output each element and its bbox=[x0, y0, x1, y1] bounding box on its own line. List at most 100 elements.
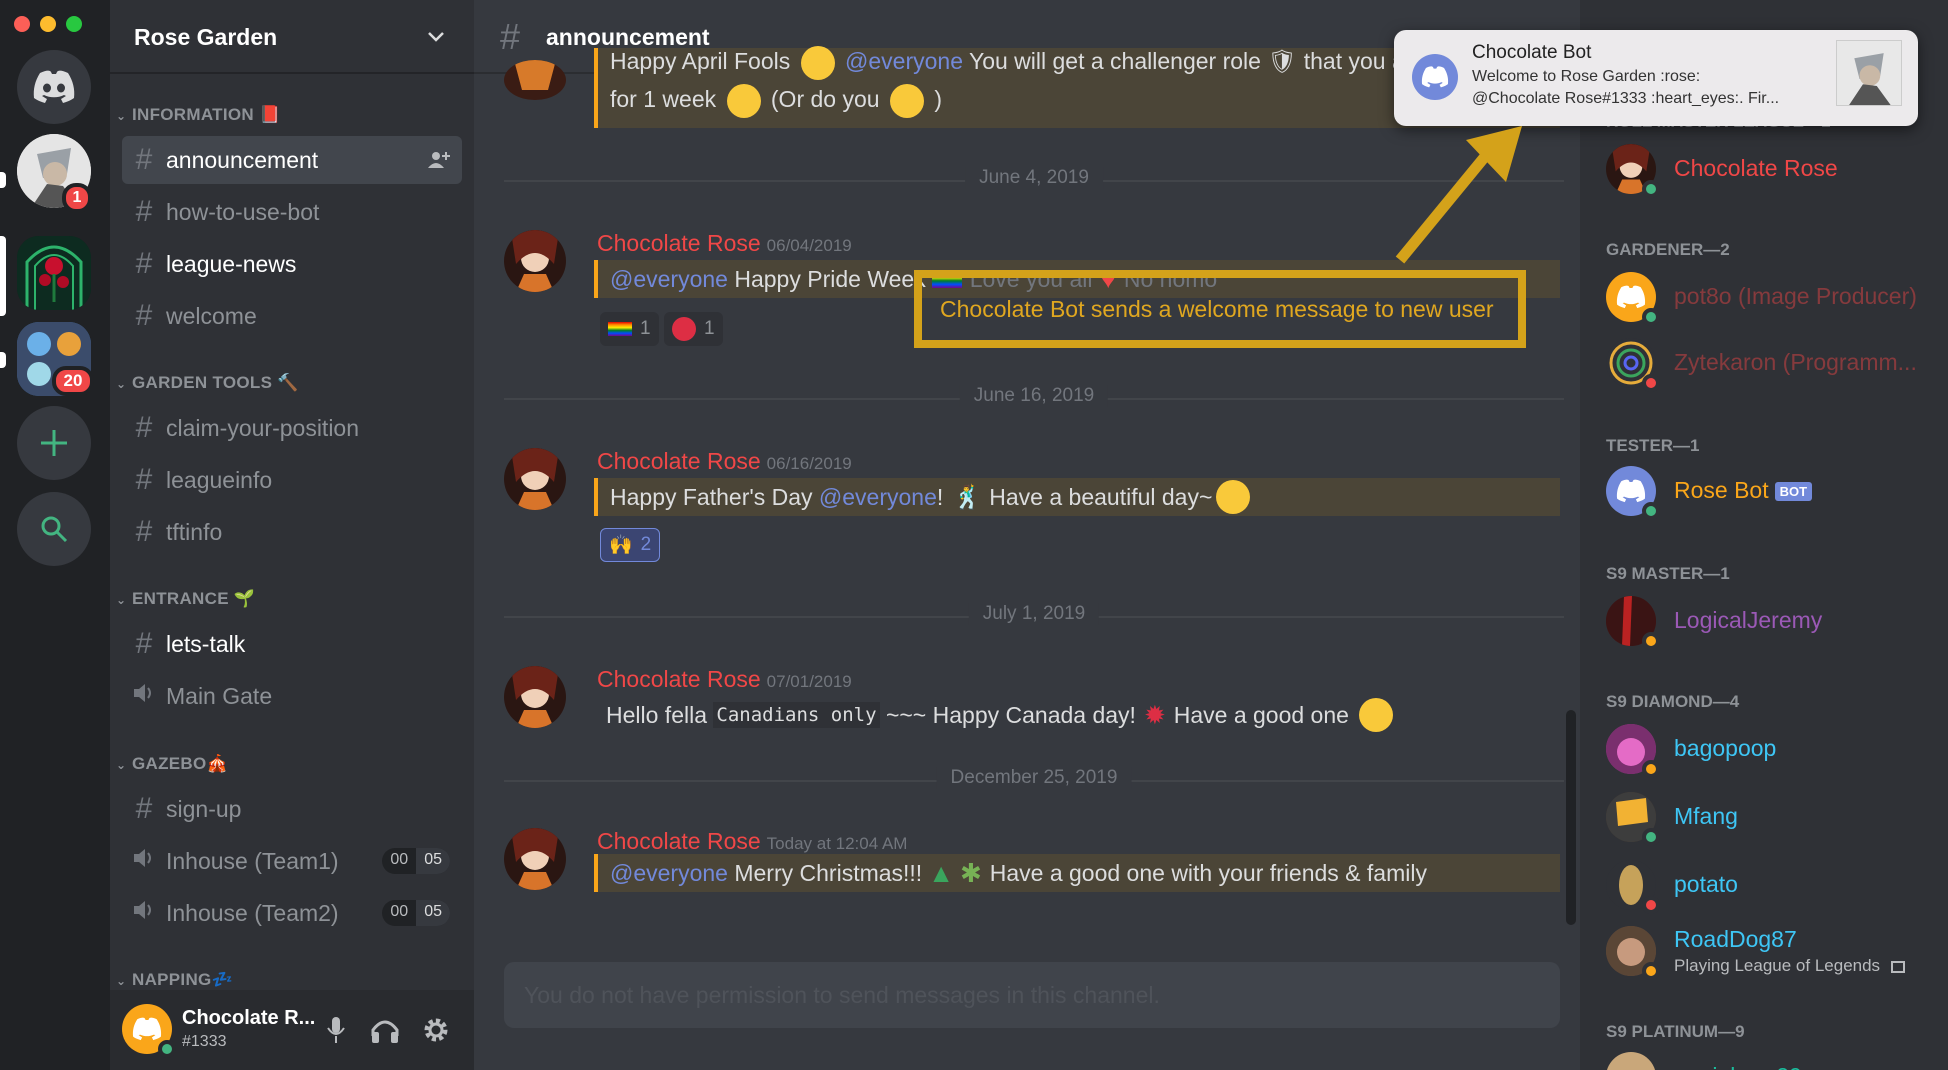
member-pot8o[interactable]: pot8o (Image Producer) bbox=[1606, 272, 1948, 330]
author-name: Chocolate Rose bbox=[597, 828, 761, 854]
invite-user-icon[interactable] bbox=[426, 150, 450, 170]
member-logicaljeremy[interactable]: LogicalJeremy bbox=[1606, 596, 1948, 654]
hash-icon: # bbox=[135, 792, 153, 825]
member-zytekaron[interactable]: Zytekaron (Programm... bbox=[1606, 338, 1948, 396]
member-name: Chocolate Rose bbox=[1674, 155, 1838, 181]
member-bagopoop[interactable]: bagopoop bbox=[1606, 724, 1948, 782]
desktop-notification[interactable]: Chocolate Bot Welcome to Rose Garden :ro… bbox=[1394, 30, 1918, 126]
category-entrance[interactable]: ⌄ ENTRANCE 🌱 bbox=[116, 589, 255, 609]
channel-sign-up[interactable]: # sign-up bbox=[122, 785, 462, 833]
member-potato[interactable]: potato bbox=[1606, 860, 1948, 918]
reaction-raised-hands[interactable]: 🙌 2 bbox=[600, 528, 661, 562]
category-label: NAPPING💤 bbox=[132, 970, 234, 989]
headphones-icon[interactable] bbox=[370, 1016, 400, 1044]
role-header: TESTER—1 bbox=[1606, 436, 1700, 455]
member-anniebear29[interactable]: anniebear29 bbox=[1606, 1052, 1948, 1070]
minimize-window-button[interactable] bbox=[40, 16, 56, 32]
annotation-arrow-icon bbox=[1395, 126, 1522, 264]
message-author[interactable]: Chocolate Rose 06/16/2019 bbox=[597, 448, 852, 475]
message-author[interactable]: Chocolate Rose 06/04/2019 bbox=[597, 230, 852, 257]
channel-announcement[interactable]: # announcement bbox=[122, 136, 462, 184]
home-button[interactable] bbox=[17, 50, 91, 124]
message-author[interactable]: Chocolate Rose 07/01/2019 bbox=[597, 666, 852, 693]
member-name: Mfang bbox=[1674, 803, 1738, 829]
anime-avatar-icon bbox=[504, 666, 566, 728]
status-dnd bbox=[1642, 896, 1660, 914]
channel-league-news[interactable]: # league-news bbox=[122, 240, 462, 288]
message-avatar[interactable] bbox=[504, 230, 566, 292]
member-roaddog87[interactable]: RoadDog87 Playing League of Legends bbox=[1606, 926, 1948, 996]
grin-emoji-icon bbox=[800, 45, 835, 80]
channel-lets-talk[interactable]: # lets-talk bbox=[122, 620, 462, 668]
voice-channel-inhouse-team1[interactable]: Inhouse (Team1) 00 05 bbox=[122, 837, 462, 885]
member-activity: Playing League of Legends bbox=[1674, 956, 1905, 976]
chat-scrollbar[interactable] bbox=[1566, 710, 1576, 925]
anime-avatar-icon bbox=[504, 230, 566, 292]
chevron-down-icon bbox=[428, 32, 444, 42]
anime-avatar-icon bbox=[504, 60, 566, 100]
message-line: for 1 week (Or do you ) bbox=[610, 80, 942, 118]
reaction-count: 2 bbox=[640, 534, 652, 555]
maximize-window-button[interactable] bbox=[66, 16, 82, 32]
status-idle bbox=[1642, 962, 1660, 980]
add-server-button[interactable] bbox=[17, 406, 91, 480]
role-header: S9 MASTER—1 bbox=[1606, 564, 1730, 583]
mention-everyone[interactable]: @everyone bbox=[610, 860, 728, 887]
user-panel: Chocolate R... #1333 bbox=[110, 990, 474, 1070]
discord-logo-icon bbox=[1616, 479, 1646, 503]
hash-icon: # bbox=[500, 16, 521, 57]
message-avatar[interactable] bbox=[504, 666, 566, 728]
category-napping[interactable]: ⌄ NAPPING💤 bbox=[116, 970, 233, 990]
message-avatar[interactable] bbox=[504, 828, 566, 890]
microphone-icon[interactable] bbox=[326, 1016, 346, 1044]
explore-servers-button[interactable] bbox=[17, 492, 91, 566]
status-idle bbox=[1642, 632, 1660, 650]
voice-count-limit: 05 bbox=[416, 848, 450, 874]
reaction-pride[interactable]: 1 bbox=[600, 312, 659, 346]
maple-leaf-emoji-icon: ✹ bbox=[1143, 699, 1166, 730]
channel-leagueinfo[interactable]: # leagueinfo bbox=[122, 456, 462, 504]
server-rose-garden[interactable] bbox=[17, 236, 91, 310]
message-author[interactable]: Chocolate Rose Today at 12:04 AM bbox=[597, 828, 907, 855]
message-avatar[interactable] bbox=[504, 448, 566, 510]
member-mfang[interactable]: Mfang bbox=[1606, 792, 1948, 850]
discord-logo-icon bbox=[1616, 285, 1646, 309]
category-garden-tools[interactable]: ⌄ GARDEN TOOLS 🔨 bbox=[116, 373, 299, 393]
close-window-button[interactable] bbox=[14, 16, 30, 32]
mention-everyone[interactable]: @everyone bbox=[819, 484, 937, 511]
member-rose-bot[interactable]: Rose Bot BOT bbox=[1606, 466, 1948, 524]
channel-label: welcome bbox=[166, 302, 257, 329]
date-divider: June 16, 2019 bbox=[504, 385, 1564, 407]
status-online bbox=[1642, 502, 1660, 520]
message-timestamp: Today at 12:04 AM bbox=[766, 834, 908, 853]
channel-how-to-use-bot[interactable]: # how-to-use-bot bbox=[122, 188, 462, 236]
user-status-online bbox=[158, 1040, 176, 1058]
message-text: Have a good one bbox=[1173, 701, 1349, 728]
smile-emoji-icon bbox=[1358, 698, 1393, 732]
server-header[interactable]: Rose Garden bbox=[110, 0, 474, 74]
channel-welcome[interactable]: # welcome bbox=[122, 292, 462, 340]
voice-channel-inhouse-team2[interactable]: Inhouse (Team2) 00 05 bbox=[122, 889, 462, 937]
reaction-angry[interactable]: 1 bbox=[664, 312, 723, 346]
member-list: ROLL MASTER LEAGUE—1 Chocolate Rose GARD… bbox=[1580, 0, 1948, 1070]
channel-claim-your-position[interactable]: # claim-your-position bbox=[122, 404, 462, 452]
role-header: S9 PLATINUM—9 bbox=[1606, 1022, 1745, 1041]
date-divider-label: July 1, 2019 bbox=[968, 603, 1100, 625]
channel-tftinfo[interactable]: # tftinfo bbox=[122, 508, 462, 556]
channel-label: announcement bbox=[166, 146, 319, 173]
message-timestamp: 06/04/2019 bbox=[766, 236, 852, 255]
member-chocolate-rose[interactable]: Chocolate Rose bbox=[1606, 144, 1948, 202]
voice-channel-main-gate[interactable]: Main Gate bbox=[122, 672, 462, 720]
category-gazebo[interactable]: ⌄ GAZEBO🎪 bbox=[116, 754, 228, 774]
mention-everyone[interactable]: @everyone bbox=[845, 48, 963, 74]
hash-icon: # bbox=[135, 411, 153, 444]
category-information[interactable]: ⌄ INFORMATION 📕 bbox=[116, 105, 280, 125]
discord-app: 1 20 Rose Garden ⌄ INFORMATION 📕 # annou… bbox=[0, 0, 1948, 1070]
message-avatar[interactable] bbox=[504, 60, 566, 100]
notification-title: Chocolate Bot bbox=[1472, 42, 1592, 63]
settings-gear-icon[interactable] bbox=[422, 1016, 450, 1044]
message-text: Happy Father's Day bbox=[610, 483, 813, 510]
voice-count-limit: 05 bbox=[416, 900, 450, 926]
mention-everyone[interactable]: @everyone bbox=[610, 266, 728, 293]
server-mention-badge: 1 bbox=[62, 183, 92, 213]
